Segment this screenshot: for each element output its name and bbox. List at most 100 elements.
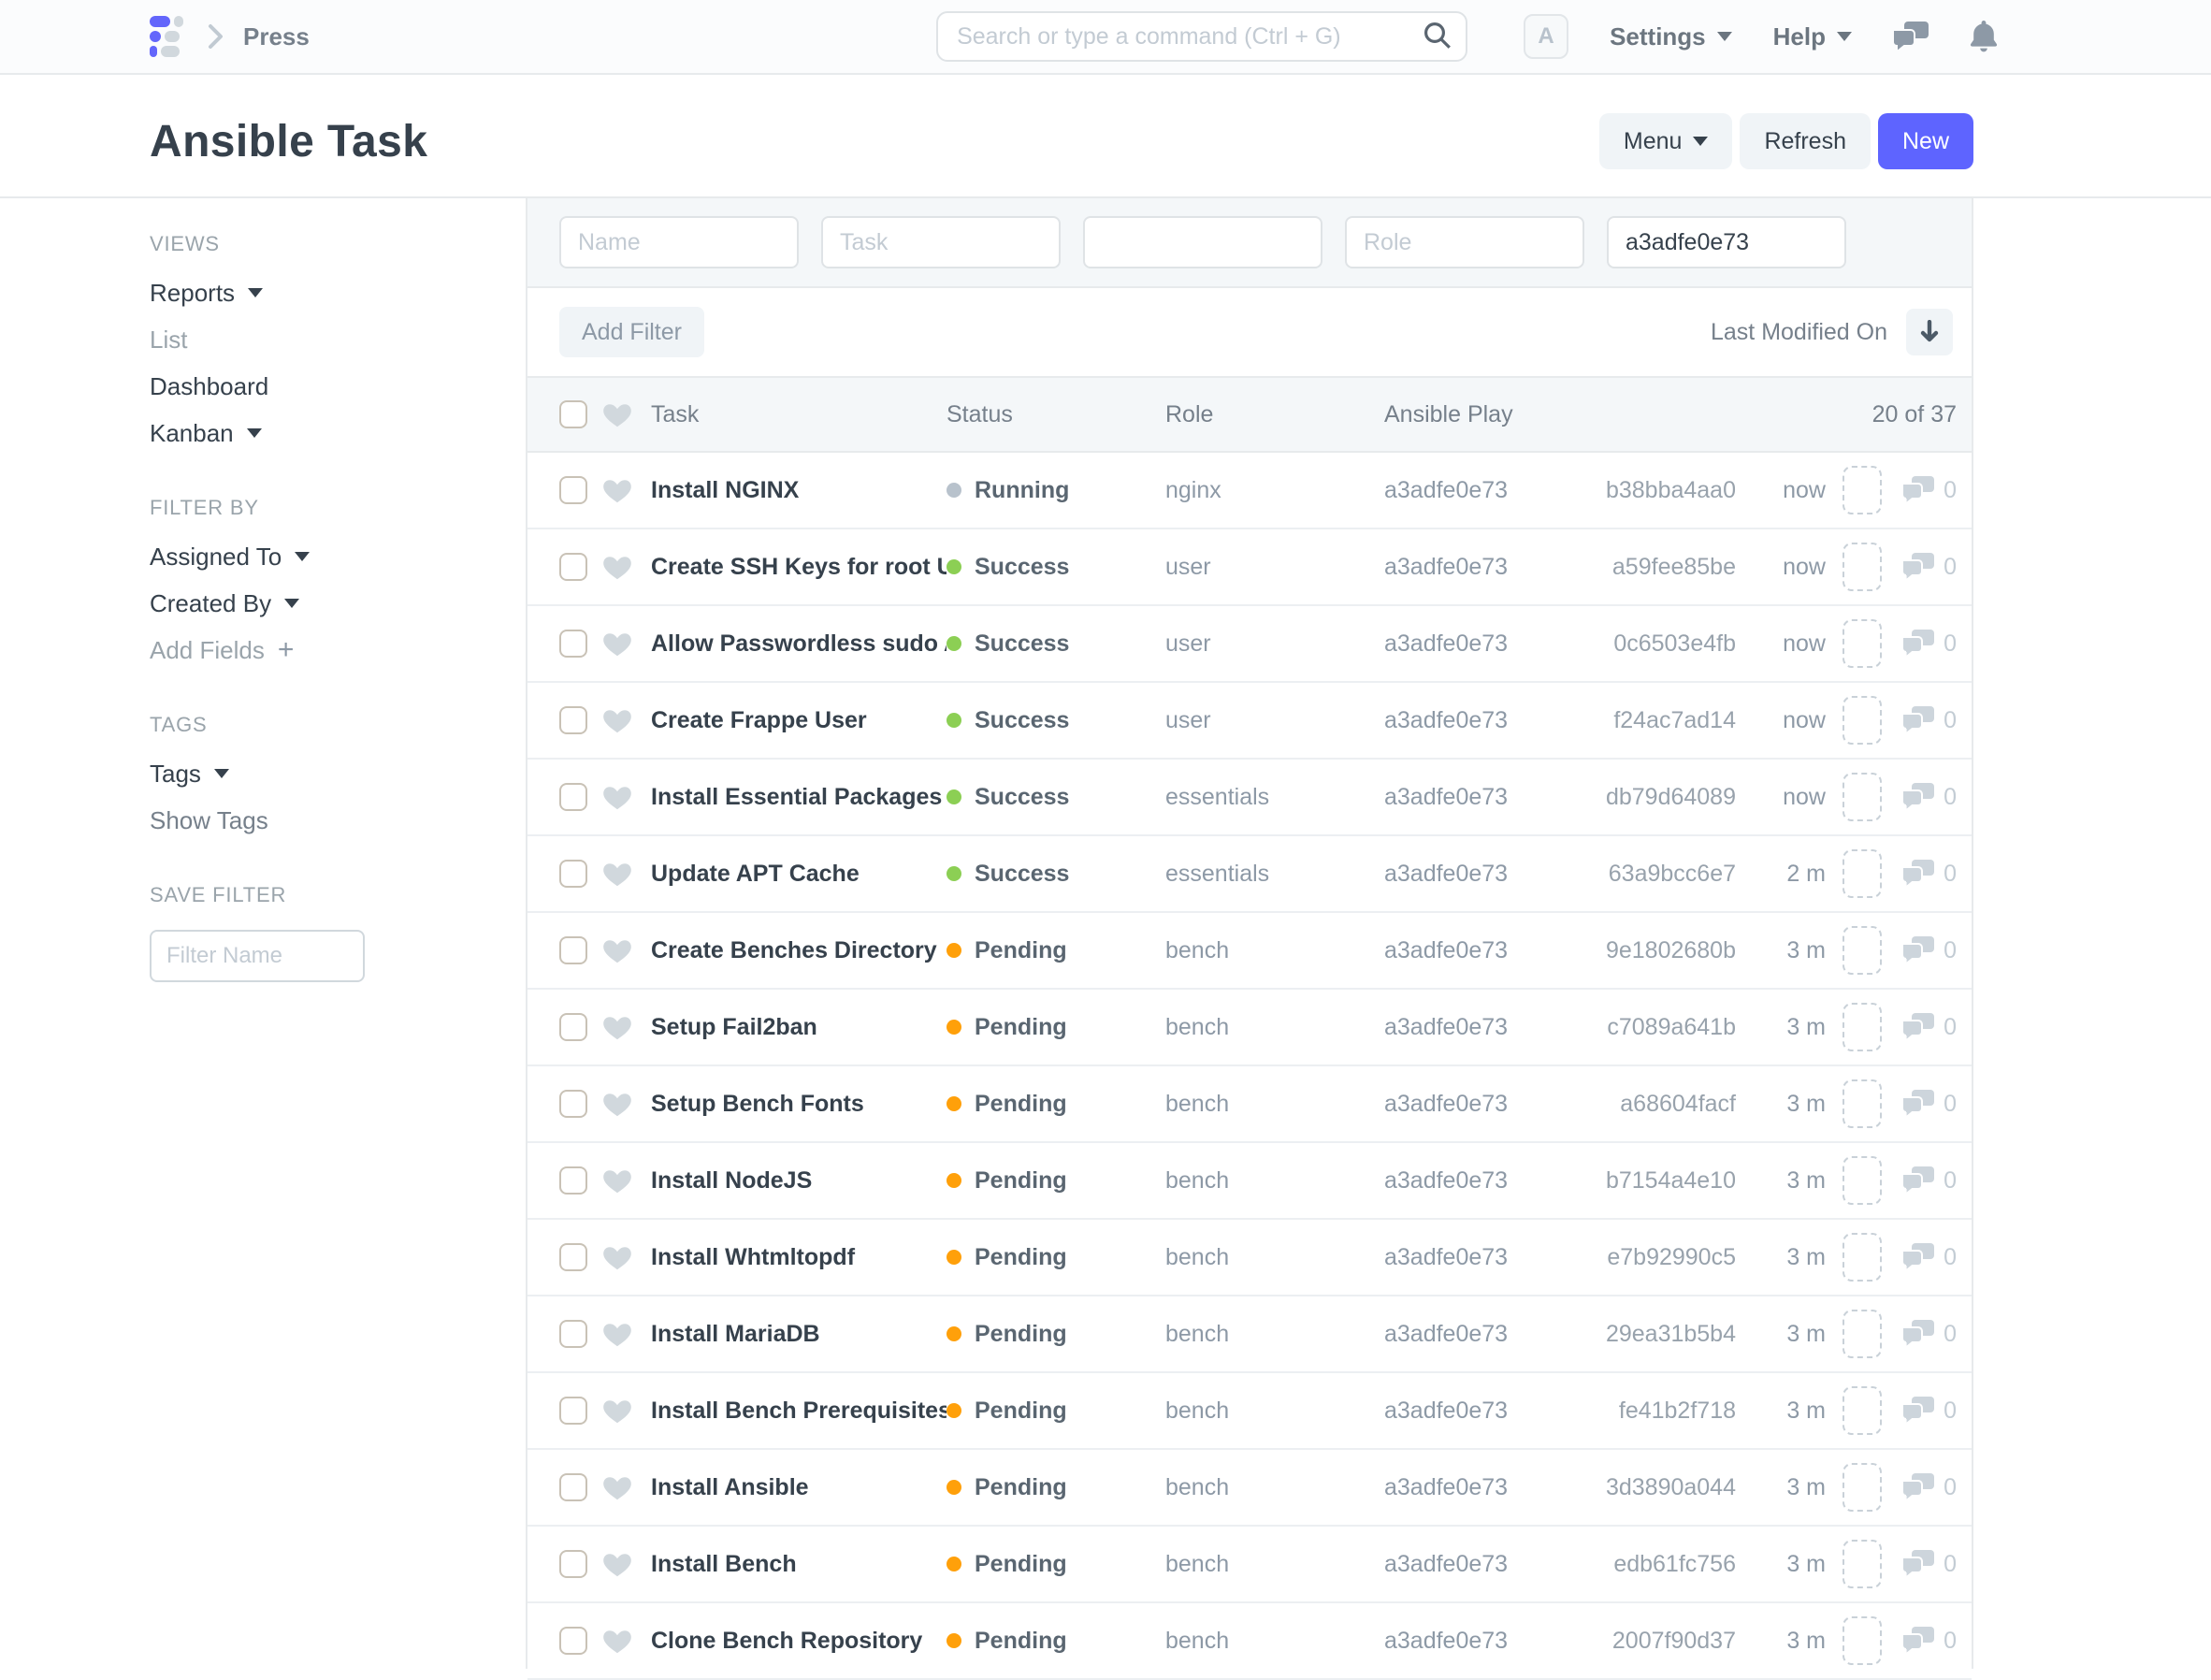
- row-comments[interactable]: 0: [1882, 1013, 1957, 1041]
- assign-placeholder[interactable]: [1842, 466, 1882, 514]
- assign-placeholder[interactable]: [1842, 619, 1882, 668]
- row-checkbox[interactable]: [559, 860, 587, 888]
- search-input[interactable]: [936, 11, 1467, 62]
- row-task-link[interactable]: Create Frappe User: [651, 707, 947, 734]
- sort-field-label[interactable]: Last Modified On: [1711, 319, 1887, 346]
- row-task-link[interactable]: Install NGINX: [651, 477, 947, 504]
- row-task-link[interactable]: Install NodeJS: [651, 1167, 947, 1195]
- row-task-link[interactable]: Install Ansible: [651, 1474, 947, 1501]
- row-checkbox[interactable]: [559, 1627, 587, 1655]
- refresh-button[interactable]: Refresh: [1740, 113, 1871, 169]
- like-heart-icon[interactable]: [602, 937, 651, 963]
- sidebar-item-assigned-to[interactable]: Assigned To: [150, 543, 488, 571]
- assign-placeholder[interactable]: [1842, 1003, 1882, 1051]
- standard-filter-input-4[interactable]: [1607, 216, 1846, 268]
- row-task-link[interactable]: Install Essential Packages: [651, 784, 947, 811]
- column-header-role[interactable]: Role: [1165, 401, 1384, 428]
- row-checkbox[interactable]: [559, 630, 587, 658]
- like-heart-icon[interactable]: [602, 1398, 651, 1424]
- assign-placeholder[interactable]: [1842, 1156, 1882, 1205]
- sidebar-item-tags[interactable]: Tags: [150, 760, 488, 788]
- help-menu[interactable]: Help: [1773, 22, 1852, 51]
- notifications-bell-icon[interactable]: [1970, 21, 1998, 52]
- assign-placeholder[interactable]: [1842, 1386, 1882, 1435]
- row-task-link[interactable]: Install Bench Prerequisites: [651, 1398, 947, 1425]
- row-checkbox[interactable]: [559, 1243, 587, 1271]
- row-comments[interactable]: 0: [1882, 1550, 1957, 1578]
- like-heart-icon[interactable]: [602, 1091, 651, 1117]
- row-comments[interactable]: 0: [1882, 860, 1957, 888]
- row-task-link[interactable]: Create Benches Directory: [651, 937, 947, 964]
- row-task-link[interactable]: Allow Passwordless sudo Ac: [651, 630, 947, 658]
- app-logo-icon[interactable]: [150, 16, 183, 57]
- menu-button[interactable]: Menu: [1599, 113, 1733, 169]
- standard-filter-input-2[interactable]: [1083, 216, 1322, 268]
- row-checkbox[interactable]: [559, 1473, 587, 1501]
- like-heart-icon[interactable]: [602, 630, 651, 657]
- row-comments[interactable]: 0: [1882, 1166, 1957, 1195]
- assign-placeholder[interactable]: [1842, 1463, 1882, 1512]
- like-heart-icon[interactable]: [602, 1474, 651, 1500]
- row-task-link[interactable]: Install MariaDB: [651, 1321, 947, 1348]
- sidebar-item-kanban[interactable]: Kanban: [150, 419, 488, 447]
- sidebar-item-list[interactable]: List: [150, 326, 488, 354]
- row-checkbox[interactable]: [559, 1090, 587, 1118]
- like-heart-icon[interactable]: [602, 861, 651, 887]
- select-all-checkbox[interactable]: [559, 400, 587, 428]
- row-comments[interactable]: 0: [1882, 1397, 1957, 1425]
- assign-placeholder[interactable]: [1842, 1616, 1882, 1665]
- sidebar-item-dashboard[interactable]: Dashboard: [150, 372, 488, 400]
- sidebar-item-reports[interactable]: Reports: [150, 279, 488, 307]
- like-heart-icon[interactable]: [602, 1014, 651, 1040]
- assign-placeholder[interactable]: [1842, 1079, 1882, 1128]
- sidebar-item-created-by[interactable]: Created By: [150, 589, 488, 617]
- add-filter-button[interactable]: Add Filter: [559, 307, 704, 357]
- liked-by-filter-heart-icon[interactable]: [602, 401, 651, 427]
- like-heart-icon[interactable]: [602, 784, 651, 810]
- like-heart-icon[interactable]: [602, 1244, 651, 1270]
- assign-placeholder[interactable]: [1842, 543, 1882, 591]
- assign-placeholder[interactable]: [1842, 773, 1882, 821]
- sidebar-item-show-tags[interactable]: Show Tags: [150, 806, 488, 834]
- row-comments[interactable]: 0: [1882, 553, 1957, 581]
- like-heart-icon[interactable]: [602, 1628, 651, 1654]
- sort-direction-button[interactable]: [1906, 309, 1953, 355]
- like-heart-icon[interactable]: [602, 1321, 651, 1347]
- assign-placeholder[interactable]: [1842, 1310, 1882, 1358]
- row-comments[interactable]: 0: [1882, 706, 1957, 734]
- column-header-ansible-play[interactable]: Ansible Play: [1384, 401, 1571, 428]
- row-checkbox[interactable]: [559, 706, 587, 734]
- like-heart-icon[interactable]: [602, 1167, 651, 1194]
- row-comments[interactable]: 0: [1882, 630, 1957, 658]
- row-checkbox[interactable]: [559, 1397, 587, 1425]
- row-checkbox[interactable]: [559, 783, 587, 811]
- like-heart-icon[interactable]: [602, 554, 651, 580]
- row-comments[interactable]: 0: [1882, 1320, 1957, 1348]
- assign-placeholder[interactable]: [1842, 1233, 1882, 1282]
- row-task-link[interactable]: Clone Bench Repository: [651, 1628, 947, 1655]
- row-comments[interactable]: 0: [1882, 783, 1957, 811]
- column-header-task[interactable]: Task: [651, 401, 947, 428]
- assign-placeholder[interactable]: [1842, 926, 1882, 975]
- row-task-link[interactable]: Create SSH Keys for root Us: [651, 554, 947, 581]
- row-checkbox[interactable]: [559, 1013, 587, 1041]
- row-task-link[interactable]: Install Whtmltopdf: [651, 1244, 947, 1271]
- assign-placeholder[interactable]: [1842, 1540, 1882, 1588]
- row-comments[interactable]: 0: [1882, 476, 1957, 504]
- row-task-link[interactable]: Setup Fail2ban: [651, 1014, 947, 1041]
- row-comments[interactable]: 0: [1882, 1473, 1957, 1501]
- standard-filter-input-task[interactable]: [821, 216, 1061, 268]
- row-checkbox[interactable]: [559, 1320, 587, 1348]
- row-comments[interactable]: 0: [1882, 1243, 1957, 1271]
- row-task-link[interactable]: Install Bench: [651, 1551, 947, 1578]
- row-task-link[interactable]: Setup Bench Fonts: [651, 1091, 947, 1118]
- assign-placeholder[interactable]: [1842, 696, 1882, 745]
- row-checkbox[interactable]: [559, 553, 587, 581]
- like-heart-icon[interactable]: [602, 707, 651, 733]
- new-button[interactable]: New: [1878, 113, 1973, 169]
- like-heart-icon[interactable]: [602, 477, 651, 503]
- chat-icon[interactable]: [1893, 22, 1929, 51]
- breadcrumb[interactable]: Press: [243, 22, 310, 51]
- row-checkbox[interactable]: [559, 476, 587, 504]
- list-count[interactable]: 20 of 37: [1571, 401, 1957, 428]
